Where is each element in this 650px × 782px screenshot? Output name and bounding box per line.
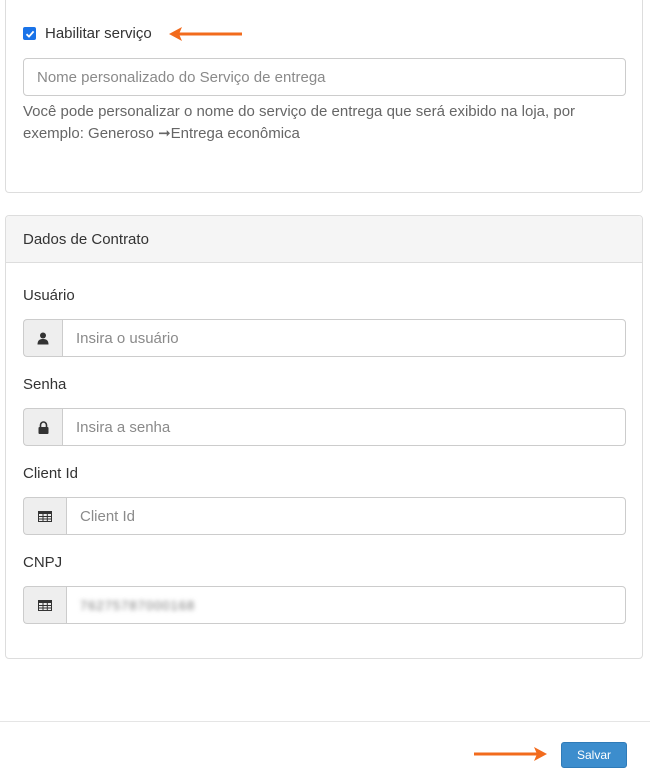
user-icon bbox=[37, 332, 49, 344]
client-id-addon bbox=[23, 497, 66, 535]
enable-service-label[interactable]: Habilitar serviço bbox=[45, 25, 152, 42]
user-input[interactable] bbox=[62, 319, 626, 357]
password-input[interactable] bbox=[62, 408, 626, 446]
client-id-input[interactable] bbox=[66, 497, 626, 535]
client-id-input-group bbox=[23, 497, 626, 535]
user-label: Usuário bbox=[23, 287, 75, 304]
footer-divider bbox=[0, 721, 650, 722]
service-name-help-text: Você pode personalizar o nome do serviço… bbox=[23, 103, 576, 142]
save-button[interactable]: Salvar bbox=[561, 742, 627, 768]
enable-service-row[interactable]: Habilitar serviço bbox=[23, 25, 152, 42]
user-input-group bbox=[23, 319, 626, 357]
checkmark-icon bbox=[25, 30, 34, 38]
enable-service-checkbox[interactable] bbox=[23, 27, 36, 40]
service-name-input[interactable] bbox=[23, 58, 626, 96]
lock-icon bbox=[38, 420, 48, 434]
annotation-arrow-right-icon bbox=[474, 747, 547, 761]
cnpj-value: 76275787000168 bbox=[80, 597, 196, 613]
cnpj-input[interactable]: 76275787000168 bbox=[66, 586, 626, 624]
cnpj-label: CNPJ bbox=[23, 554, 63, 571]
table-icon bbox=[38, 510, 52, 522]
password-addon bbox=[23, 408, 62, 446]
user-addon bbox=[23, 319, 62, 357]
cnpj-input-group: 76275787000168 bbox=[23, 586, 626, 624]
password-input-group bbox=[23, 408, 626, 446]
table-icon bbox=[38, 599, 52, 611]
password-label: Senha bbox=[23, 376, 67, 393]
annotation-arrow-left-icon bbox=[169, 27, 242, 41]
contract-panel-title: Dados de Contrato bbox=[6, 216, 642, 263]
cnpj-addon bbox=[23, 586, 66, 624]
client-id-label: Client Id bbox=[23, 465, 79, 482]
